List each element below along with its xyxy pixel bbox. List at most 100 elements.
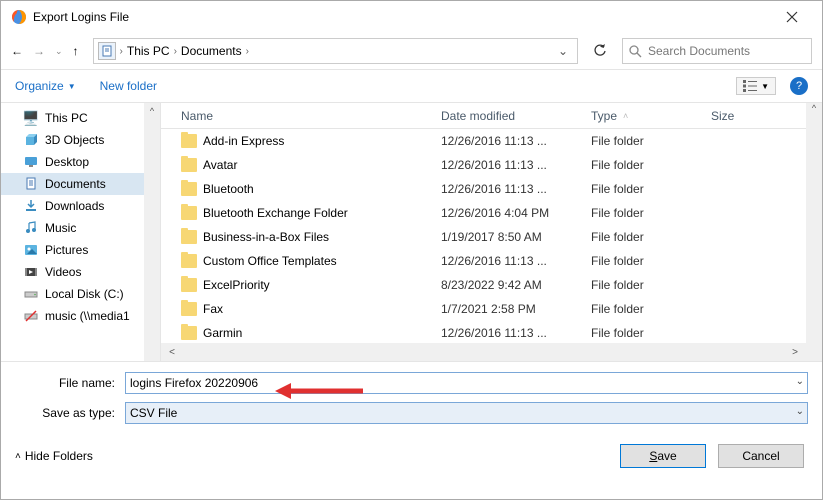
help-button[interactable]: ?: [790, 77, 808, 95]
details-view-icon: [743, 80, 757, 92]
table-row[interactable]: Garmin12/26/2016 11:13 ...File folder: [161, 321, 806, 343]
file-date: 12/26/2016 11:13 ...: [441, 254, 591, 268]
folder-icon: [181, 326, 197, 340]
title-bar: Export Logins File: [1, 1, 822, 33]
downloads-icon: [23, 198, 39, 214]
filename-input[interactable]: [125, 372, 808, 394]
table-row[interactable]: Business-in-a-Box Files1/19/2017 8:50 AM…: [161, 225, 806, 249]
chevron-up-icon: ˄: [15, 451, 21, 462]
close-button[interactable]: [772, 3, 812, 31]
hide-folders-button[interactable]: ˄ Hide Folders: [15, 449, 93, 463]
breadcrumb-documents[interactable]: Documents: [181, 44, 242, 58]
column-size[interactable]: Size: [711, 109, 801, 123]
folder-icon: [181, 278, 197, 292]
folder-icon: [181, 254, 197, 268]
music-icon: [23, 220, 39, 236]
refresh-button[interactable]: [586, 38, 614, 64]
cancel-button[interactable]: Cancel: [718, 444, 804, 468]
search-input[interactable]: Search Documents: [622, 38, 812, 64]
folder-icon: [181, 182, 197, 196]
file-name: Add-in Express: [203, 134, 284, 148]
file-date: 12/26/2016 11:13 ...: [441, 134, 591, 148]
recent-locations-button[interactable]: ⌄: [55, 46, 63, 57]
desktop-icon: [23, 154, 39, 170]
scroll-right-icon[interactable]: >: [788, 347, 802, 358]
search-placeholder: Search Documents: [648, 44, 750, 58]
file-date: 1/19/2017 8:50 AM: [441, 230, 591, 244]
table-row[interactable]: Bluetooth Exchange Folder12/26/2016 4:04…: [161, 201, 806, 225]
sidebar-item-downloads[interactable]: Downloads: [1, 195, 160, 217]
sidebar-scrollbar[interactable]: ^: [144, 103, 160, 361]
file-type: File folder: [591, 278, 711, 292]
organize-button[interactable]: Organize ▼: [15, 79, 76, 93]
pictures-icon: [23, 242, 39, 258]
disk-icon: [23, 286, 39, 302]
sidebar-item-network-drive[interactable]: music (\\media1: [1, 305, 160, 327]
file-date: 12/26/2016 11:13 ...: [441, 158, 591, 172]
column-date[interactable]: Date modified: [441, 109, 591, 123]
table-row[interactable]: Add-in Express 12/26/2016 11:13 ...File f…: [161, 129, 806, 153]
sidebar-item-desktop[interactable]: Desktop: [1, 151, 160, 173]
up-button[interactable]: ↑: [73, 44, 79, 58]
back-button[interactable]: ←: [11, 44, 23, 58]
window-title: Export Logins File: [33, 10, 772, 24]
chevron-right-icon: ›: [120, 46, 123, 57]
address-dropdown[interactable]: ⌄: [553, 44, 573, 58]
toolbar: Organize ▼ New folder ▼ ?: [1, 69, 822, 103]
table-row[interactable]: Fax1/7/2021 2:58 PMFile folder: [161, 297, 806, 321]
documents-icon: [23, 176, 39, 192]
horizontal-scrollbar[interactable]: < >: [161, 343, 806, 361]
file-date: 12/26/2016 4:04 PM: [441, 206, 591, 220]
folder-icon: [181, 302, 197, 316]
table-row[interactable]: Avatar 12/26/2016 11:13 ...File folder: [161, 153, 806, 177]
file-date: 12/26/2016 11:13 ...: [441, 182, 591, 196]
folder-icon: [181, 134, 197, 148]
lower-panel: File name: ⌄ Save as type: CSV File ⌄: [1, 361, 822, 424]
file-name: ExcelPriority: [203, 278, 270, 292]
chevron-down-icon: ▼: [761, 82, 769, 91]
new-folder-button[interactable]: New folder: [100, 79, 157, 93]
sidebar-item-pictures[interactable]: Pictures: [1, 239, 160, 261]
file-name: Avatar: [203, 158, 237, 172]
documents-glyph-icon: [98, 42, 116, 60]
scroll-left-icon[interactable]: <: [165, 347, 179, 358]
navigation-pane: ^ 🖥️ This PC 3D Objects Desktop Document…: [1, 103, 161, 361]
view-options-button[interactable]: ▼: [736, 77, 776, 95]
file-type: File folder: [591, 158, 711, 172]
saveastype-label: Save as type:: [15, 406, 125, 420]
forward-button[interactable]: →: [33, 44, 45, 58]
sidebar-item-this-pc[interactable]: 🖥️ This PC: [1, 107, 160, 129]
chevron-down-icon: ▼: [68, 82, 76, 91]
vertical-scrollbar[interactable]: ^: [806, 103, 822, 361]
videos-icon: [23, 264, 39, 280]
breadcrumb-this-pc[interactable]: This PC: [127, 44, 170, 58]
file-name: Custom Office Templates: [203, 254, 337, 268]
table-row[interactable]: ExcelPriority8/23/2022 9:42 AMFile folde…: [161, 273, 806, 297]
table-row[interactable]: Bluetooth 12/26/2016 11:13 ...File folder: [161, 177, 806, 201]
file-rows: Add-in Express12/26/2016 11:13 ...File f…: [161, 129, 806, 343]
file-type: File folder: [591, 182, 711, 196]
file-list-pane: Name Date modified Type˄ Size Add-in Exp…: [161, 103, 806, 361]
search-icon: [629, 45, 642, 58]
table-row[interactable]: Custom Office Templates 12/26/2016 11:13 …: [161, 249, 806, 273]
file-name: Bluetooth: [203, 182, 254, 196]
file-date: 12/26/2016 11:13 ...: [441, 326, 591, 340]
save-button[interactable]: Save: [620, 444, 706, 468]
saveastype-select[interactable]: CSV File: [125, 402, 808, 424]
column-type[interactable]: Type˄: [591, 109, 711, 123]
filename-dropdown-icon[interactable]: ⌄: [796, 376, 804, 387]
file-type: File folder: [591, 230, 711, 244]
sidebar-item-documents[interactable]: Documents: [1, 173, 160, 195]
sidebar-item-videos[interactable]: Videos: [1, 261, 160, 283]
address-bar[interactable]: › This PC › Documents › ⌄: [93, 38, 578, 64]
sidebar-item-local-disk[interactable]: Local Disk (C:): [1, 283, 160, 305]
column-name[interactable]: Name: [181, 109, 441, 123]
file-type: File folder: [591, 302, 711, 316]
nav-arrows: ← → ⌄ ↑: [11, 44, 79, 58]
sidebar-item-3d-objects[interactable]: 3D Objects: [1, 129, 160, 151]
file-type: File folder: [591, 134, 711, 148]
file-name: Fax: [203, 302, 223, 316]
network-drive-disconnected-icon: [23, 308, 39, 324]
saveastype-dropdown-icon[interactable]: ⌄: [796, 406, 804, 417]
sidebar-item-music[interactable]: Music: [1, 217, 160, 239]
